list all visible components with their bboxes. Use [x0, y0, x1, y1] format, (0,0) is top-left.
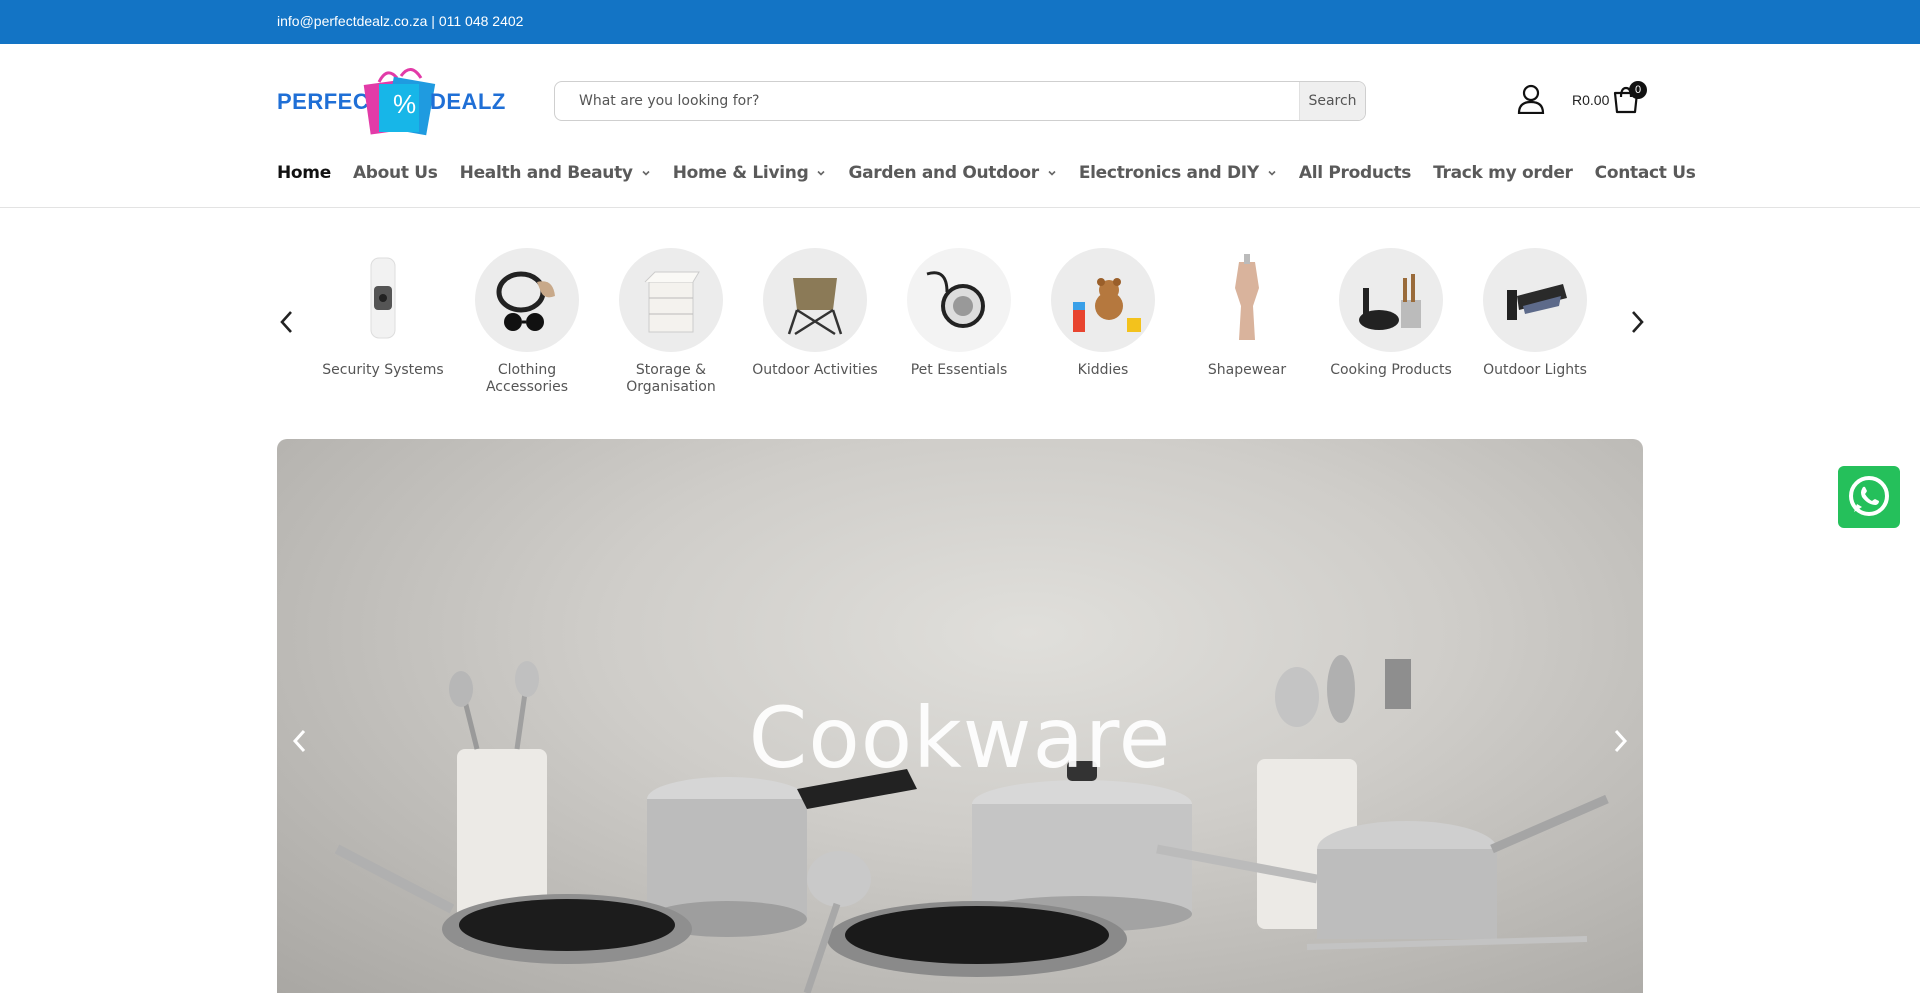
category-label: Clothing Accessories — [485, 362, 569, 395]
category-cooking-products[interactable]: Cooking Products — [1326, 248, 1456, 379]
pet-leash-bowl-icon — [907, 248, 1011, 352]
nav-home-label: Home — [277, 163, 331, 183]
category-outdoor-activities[interactable]: Outdoor Activities — [750, 248, 880, 379]
nav-home-living[interactable]: Home & Living — [673, 163, 827, 183]
site-logo[interactable]: PERFECT % DEALZ — [277, 64, 505, 140]
hero-prev-arrow-icon[interactable] — [289, 726, 311, 756]
teddy-toys-icon — [1051, 248, 1155, 352]
logo-mark: % — [393, 89, 417, 119]
nav-track-order[interactable]: Track my order — [1433, 163, 1573, 183]
category-label: Cooking Products — [1330, 362, 1452, 378]
category-label: Outdoor Activities — [752, 362, 878, 378]
cart-total[interactable]: R0.00 — [1572, 92, 1609, 108]
nav-garden-outdoor[interactable]: Garden and Outdoor — [848, 163, 1056, 183]
hero-next-arrow-icon[interactable] — [1609, 726, 1631, 756]
nav-garden-label: Garden and Outdoor — [848, 163, 1039, 183]
nav-contact-us[interactable]: Contact Us — [1595, 163, 1696, 183]
security-camera-icon — [331, 248, 435, 352]
search-input[interactable] — [555, 82, 1299, 120]
nav-health-beauty[interactable]: Health and Beauty — [460, 163, 651, 183]
nav-all-products[interactable]: All Products — [1298, 163, 1412, 183]
nav-home-living-label: Home & Living — [672, 163, 809, 183]
category-prev-arrow-icon[interactable] — [277, 308, 297, 336]
wall-light-icon — [1483, 248, 1587, 352]
search-button[interactable]: Search — [1299, 82, 1365, 120]
search-bar: Search — [554, 81, 1366, 121]
hero-title: Cookware — [748, 689, 1172, 787]
whatsapp-icon — [1849, 476, 1889, 516]
sunglasses-scarf-icon — [475, 248, 579, 352]
category-pet-essentials[interactable]: Pet Essentials — [894, 248, 1024, 379]
category-storage-organisation[interactable]: Storage & Organisation — [606, 248, 736, 396]
account-icon[interactable] — [1517, 84, 1545, 114]
whatsapp-button[interactable] — [1838, 466, 1900, 528]
nav-all-products-label: All Products — [1298, 163, 1412, 183]
nav-electronics-label: Electronics and DIY — [1078, 163, 1259, 183]
nav-divider — [0, 207, 1920, 208]
category-label: Pet Essentials — [910, 362, 1008, 378]
category-label: Storage & Organisation — [626, 362, 716, 395]
nav-health-label: Health and Beauty — [459, 163, 633, 183]
pans-utensils-icon — [1339, 248, 1443, 352]
category-outdoor-lights[interactable]: Outdoor Lights — [1470, 248, 1600, 379]
cart-count-badge: 0 — [1629, 81, 1647, 99]
category-clothing-accessories[interactable]: Clothing Accessories — [462, 248, 592, 396]
category-kiddies[interactable]: Kiddies — [1038, 248, 1168, 379]
hero-banner[interactable]: Cookware — [277, 439, 1643, 993]
category-next-arrow-icon[interactable] — [1627, 308, 1647, 336]
nav-electronics-diy[interactable]: Electronics and DIY — [1079, 163, 1277, 183]
category-label: Outdoor Lights — [1483, 362, 1587, 378]
nav-about-label: About Us — [352, 163, 438, 183]
top-contact-bar: info@perfectdealz.co.za | 011 048 2402 — [0, 0, 1920, 44]
nav-about-us[interactable]: About Us — [353, 163, 438, 183]
logo-word-right: DEALZ — [430, 89, 506, 114]
contact-info: info@perfectdealz.co.za | 011 048 2402 — [277, 13, 524, 29]
nav-contact-label: Contact Us — [1594, 163, 1696, 183]
chevron-down-icon — [642, 170, 650, 176]
category-label: Security Systems — [322, 362, 444, 378]
chevron-down-icon — [817, 170, 826, 176]
category-label: Kiddies — [1077, 362, 1129, 378]
nav-home[interactable]: Home — [277, 163, 331, 183]
category-shapewear[interactable]: Shapewear — [1182, 248, 1312, 379]
mannequin-icon — [1195, 248, 1299, 352]
main-nav: Home About Us Health and Beauty Home & L… — [277, 160, 1718, 186]
camping-chair-icon — [763, 248, 867, 352]
category-label: Shapewear — [1207, 362, 1287, 378]
chevron-down-icon — [1048, 170, 1056, 176]
chevron-down-icon — [1268, 170, 1276, 176]
storage-drawers-icon — [619, 248, 723, 352]
category-security-systems[interactable]: Security Systems — [318, 248, 448, 379]
nav-track-label: Track my order — [1433, 163, 1573, 183]
